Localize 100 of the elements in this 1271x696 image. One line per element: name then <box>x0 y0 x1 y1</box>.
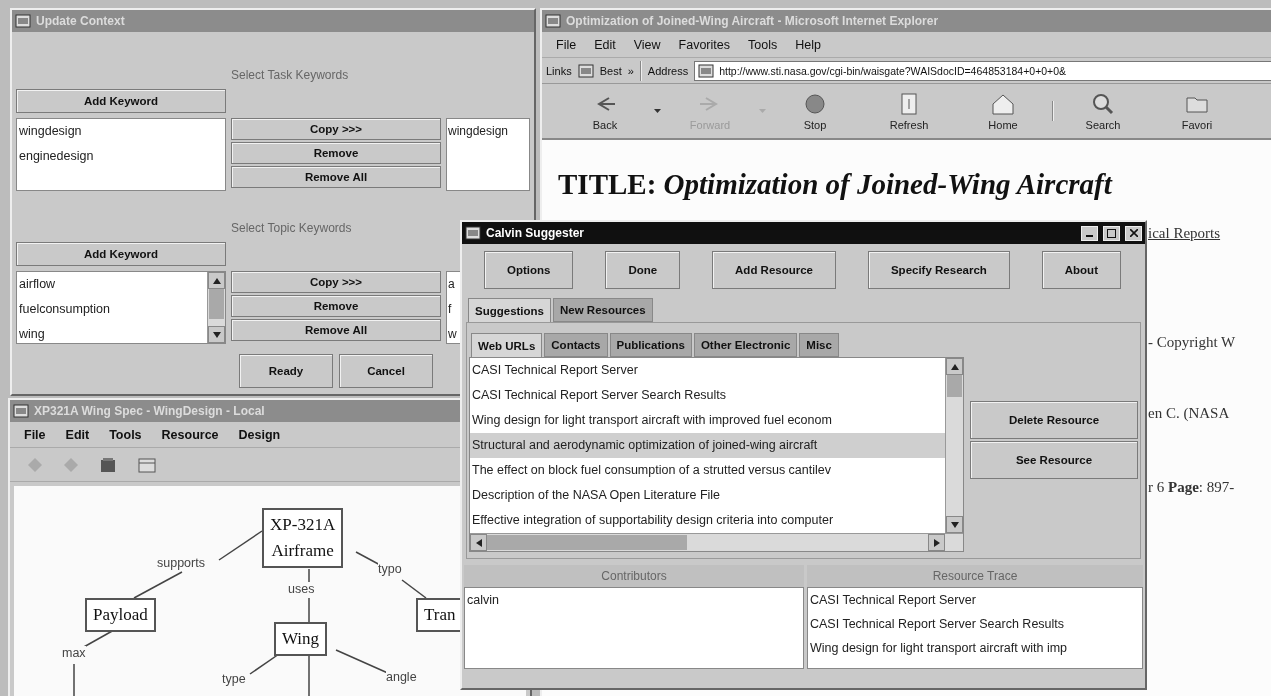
about-button[interactable]: About <box>1041 251 1121 289</box>
copy-button[interactable]: Copy >>> <box>231 271 441 293</box>
specify-research-button[interactable]: Specify Research <box>867 251 1010 289</box>
tab[interactable]: Contacts <box>544 333 608 357</box>
see-resource-button[interactable]: See Resource <box>970 441 1138 479</box>
menu-item[interactable]: Edit <box>65 427 90 442</box>
minimize-button[interactable] <box>1081 225 1098 241</box>
list-item[interactable]: f <box>447 297 452 322</box>
toolbar-button[interactable]: Search <box>1058 86 1148 136</box>
list-item[interactable]: fuelconsumption <box>17 297 207 322</box>
done-button[interactable]: Done <box>605 251 681 289</box>
connector-line <box>218 530 263 561</box>
diagram-node: Payload <box>85 598 156 632</box>
section-label: Select Task Keywords <box>231 68 350 84</box>
delete-resource-button[interactable]: Delete Resource <box>970 401 1138 439</box>
tab[interactable]: New Resources <box>553 298 653 322</box>
remove-all-button[interactable]: Remove All <box>231 166 441 188</box>
add-keyword-button[interactable]: Add Keyword <box>16 242 226 266</box>
add-keyword-button[interactable]: Add Keyword <box>16 89 226 113</box>
link-item[interactable]: Best <box>599 64 622 77</box>
result-item[interactable]: CASI Technical Report Server Search Results <box>470 383 945 408</box>
toolbar-button[interactable]: Home <box>958 86 1048 136</box>
window-title: Update Context <box>36 14 125 28</box>
result-item[interactable]: Effective integration of supportability design criteria into computer <box>470 508 945 533</box>
list-item[interactable]: w <box>447 322 457 343</box>
tab[interactable]: Web URLs <box>471 333 543 357</box>
toolbar-button[interactable]: Refresh <box>864 86 954 136</box>
options-button[interactable]: Options <box>484 251 574 289</box>
calendar-icon[interactable] <box>138 456 156 473</box>
scroll-arrow-button[interactable] <box>946 516 963 533</box>
column-header: Resource Trace <box>807 565 1143 587</box>
list-item[interactable]: airflow <box>17 272 207 297</box>
window-icon <box>698 62 715 79</box>
menu-item[interactable]: Favorites <box>678 37 730 52</box>
scroll-arrow-button[interactable] <box>470 534 487 551</box>
address-field[interactable]: http://www.sti.nasa.gov/cgi-bin/waisgate?WAISdocID=464853184+0+0+0& <box>694 60 1271 81</box>
menu-item[interactable]: Design <box>238 427 281 442</box>
list-item[interactable]: wingdesign <box>447 119 509 144</box>
cancel-button[interactable]: Cancel <box>339 354 433 388</box>
maximize-button[interactable] <box>1103 225 1120 241</box>
toolbar-button[interactable]: Back <box>560 86 650 136</box>
close-button[interactable] <box>1125 225 1142 241</box>
list-item[interactable]: wingdesign <box>17 119 225 144</box>
menu-item[interactable]: Edit <box>594 37 616 52</box>
tab[interactable]: Publications <box>609 333 692 357</box>
result-item[interactable]: CASI Technical Report Server <box>470 358 945 383</box>
list-item[interactable]: Wing design for light transport aircraft with imp <box>808 636 1142 660</box>
scrollbar[interactable] <box>945 358 963 533</box>
menu-item[interactable]: Tools <box>109 427 142 442</box>
window-icon <box>15 13 31 29</box>
list-item[interactable]: enginedesign <box>17 144 225 169</box>
chevron[interactable]: » <box>627 64 634 77</box>
page-link[interactable]: ical Reports <box>1148 225 1221 242</box>
list-item[interactable]: wing <box>17 322 207 343</box>
scroll-arrow-button[interactable] <box>928 534 945 551</box>
list-item[interactable]: calvin <box>465 588 803 612</box>
menu-item[interactable]: View <box>633 37 661 52</box>
scrollbar[interactable] <box>207 272 225 343</box>
menu-item[interactable]: Resource <box>161 427 219 442</box>
scroll-arrow-button[interactable] <box>208 326 225 343</box>
scroll-thumb[interactable] <box>209 289 224 319</box>
menu-item[interactable]: Tools <box>748 37 778 52</box>
list-item[interactable]: CASI Technical Report Server Search Results <box>808 612 1142 636</box>
maximize-icon <box>1107 228 1116 238</box>
scroll-arrow-button[interactable] <box>208 272 225 289</box>
result-item[interactable]: Description of the NASA Open Literature File <box>470 483 945 508</box>
result-item[interactable]: The effect on block fuel consumption of a strutted versus cantilev <box>470 458 945 483</box>
diagram-node: XP-321A Airframe <box>262 508 344 568</box>
scrollbar[interactable] <box>470 533 963 551</box>
up-arrow-icon <box>212 277 221 284</box>
list-item[interactable]: CASI Technical Report Server <box>808 588 1142 612</box>
tab[interactable]: Suggestions <box>468 298 551 322</box>
remove-button[interactable]: Remove <box>231 142 441 164</box>
window-title: Optimization of Joined-Wing Aircraft - Microsoft Internet Explorer <box>566 14 939 28</box>
add-resource-button[interactable]: Add Resource <box>712 251 836 289</box>
menu-item[interactable]: File <box>556 37 577 52</box>
ready-button[interactable]: Ready <box>239 354 333 388</box>
tab[interactable]: Other Electronic <box>693 333 798 357</box>
scroll-arrow-button[interactable] <box>946 358 963 375</box>
window-icon <box>465 225 481 241</box>
caret-icon[interactable] <box>654 109 661 113</box>
window-title: XP321A Wing Spec - WingDesign - Local <box>34 404 265 418</box>
cabinet-icon[interactable] <box>100 456 116 473</box>
remove-all-button[interactable]: Remove All <box>231 319 441 341</box>
scroll-thumb[interactable] <box>947 375 962 397</box>
remove-button[interactable]: Remove <box>231 295 441 317</box>
column-header: Contributors <box>464 565 804 587</box>
scroll-thumb[interactable] <box>487 535 687 550</box>
copy-button[interactable]: Copy >>> <box>231 118 441 140</box>
toolbar-button[interactable]: Favori <box>1152 86 1242 136</box>
menu-item[interactable]: Help <box>795 37 821 52</box>
result-item[interactable]: Structural and aerodynamic optimization of joined-wing aircraft <box>470 433 945 458</box>
menu-item[interactable]: File <box>24 427 46 442</box>
tab[interactable]: Misc <box>799 333 839 357</box>
result-item[interactable]: Wing design for light transport aircraft with improved fuel econom <box>470 408 945 433</box>
connector-line <box>401 579 427 599</box>
connector-line <box>308 568 310 583</box>
list-item[interactable]: a <box>447 272 455 297</box>
toolbar-button[interactable]: Stop <box>770 86 860 136</box>
edge-label: angle <box>386 670 417 684</box>
